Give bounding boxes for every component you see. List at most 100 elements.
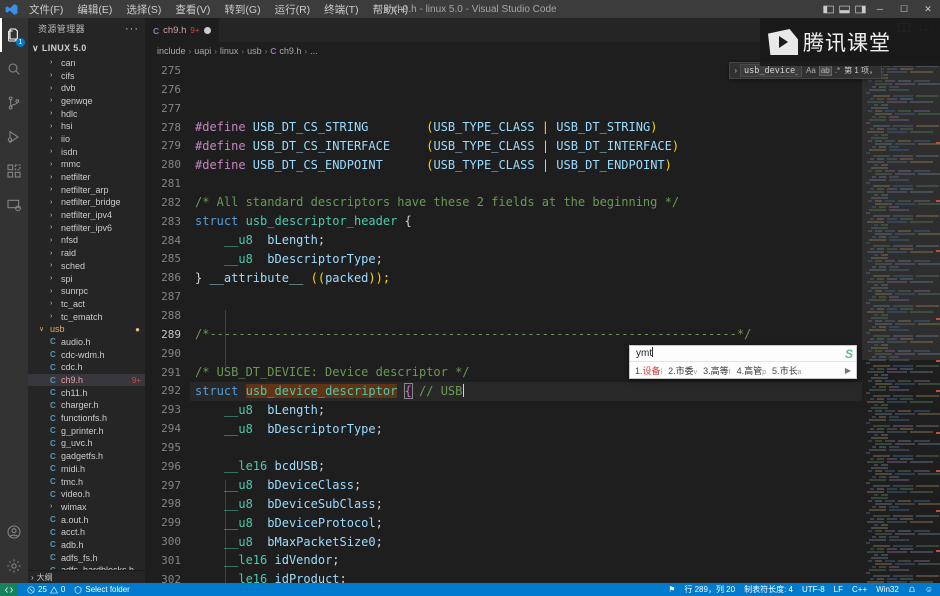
notifications-icon[interactable] [908, 586, 916, 594]
layout-panel-bottom-icon[interactable] [836, 0, 852, 18]
code-line[interactable]: __le16 bcdUSB; [190, 457, 862, 476]
breadcrumb-segment[interactable]: uapi [194, 46, 211, 56]
breadcrumb-segment[interactable]: ... [310, 46, 318, 56]
tree-item-video-h[interactable]: Cvideo.h [28, 488, 145, 501]
window-maximize-button[interactable]: ☐ [892, 0, 916, 18]
tree-item-midi-h[interactable]: Cmidi.h [28, 463, 145, 476]
ime-candidate[interactable]: 4.高管p [737, 364, 766, 377]
eol-setting[interactable]: LF [834, 585, 843, 594]
tree-item-cifs[interactable]: › cifs [28, 69, 145, 82]
tree-item-spi[interactable]: › spi [28, 272, 145, 285]
run-debug-icon[interactable] [0, 120, 28, 154]
code-line[interactable]: __le16 idVendor; [190, 551, 862, 570]
split-editor-icon[interactable] [898, 21, 910, 39]
tree-item-netfilter[interactable]: › netfilter [28, 171, 145, 184]
find-input[interactable] [740, 64, 803, 77]
find-match-case-option[interactable]: Aa [805, 66, 817, 75]
tree-item-netfilter-ipv6[interactable]: › netfilter_ipv6 [28, 221, 145, 234]
tree-item-wimax[interactable]: › wimax [28, 501, 145, 514]
ime-candidate[interactable]: 1.设备l [635, 364, 662, 377]
tree-item-dvb[interactable]: › dvb [28, 82, 145, 95]
minimap[interactable] [862, 60, 940, 583]
code-line[interactable]: struct usb_device_descriptor { // USB [190, 381, 862, 401]
ime-candidate-popup[interactable]: ymt 1.设备l 2.市委v 3.高等I 4.高管p 5.市长a ▶ S [629, 345, 857, 379]
tree-item-iio[interactable]: › iio [28, 133, 145, 146]
tree-item-adfs-hardblocks-h[interactable]: Cadfs_hardblocks.h [28, 564, 145, 570]
extensions-icon[interactable] [0, 154, 28, 188]
tree-item-sched[interactable]: › sched [28, 260, 145, 273]
menu-go[interactable]: 转到(G) [217, 0, 267, 19]
accounts-icon[interactable] [0, 515, 28, 549]
layout-panel-left-icon[interactable] [820, 0, 836, 18]
find-regex-option[interactable]: .* [834, 66, 841, 75]
language-mode[interactable]: C++ [852, 585, 867, 594]
code-line[interactable]: __u8 bDeviceClass; [190, 476, 862, 495]
source-control-icon[interactable] [0, 86, 28, 120]
tree-item-sunrpc[interactable]: › sunrpc [28, 285, 145, 298]
bell-icon[interactable]: ⚑ [668, 585, 675, 594]
tree-item-cdc-wdm-h[interactable]: Ccdc-wdm.h [28, 348, 145, 361]
tree-item-functionfs-h[interactable]: Cfunctionfs.h [28, 412, 145, 425]
code-line[interactable] [190, 306, 862, 325]
tree-item-nfsd[interactable]: › nfsd [28, 234, 145, 247]
find-toggle-replace-icon[interactable]: › [734, 66, 737, 75]
layout-panel-right-icon[interactable] [852, 0, 868, 18]
explorer-icon[interactable]: 1 [0, 18, 28, 52]
remote-explorer-icon[interactable] [0, 188, 28, 222]
tree-item-genwqe[interactable]: › genwqe [28, 95, 145, 108]
tree-item-charger-h[interactable]: Ccharger.h [28, 399, 145, 412]
tree-item-acct-h[interactable]: Cacct.h [28, 526, 145, 539]
code-line[interactable]: __u8 bDeviceProtocol; [190, 514, 862, 533]
menu-file[interactable]: 文件(F) [22, 0, 70, 19]
breadcrumb-segment[interactable]: linux [220, 46, 239, 56]
editor-more-actions-icon[interactable]: ··· [918, 21, 934, 39]
tree-item-adfs-fs-h[interactable]: Cadfs_fs.h [28, 551, 145, 564]
tree-item-audio-h[interactable]: Caudio.h [28, 336, 145, 349]
tree-item-adb-h[interactable]: Cadb.h [28, 539, 145, 552]
tree-item-tc-ematch[interactable]: › tc_ematch [28, 310, 145, 323]
tree-item-netfilter-arp[interactable]: › netfilter_arp [28, 183, 145, 196]
tree-item-tmc-h[interactable]: Ctmc.h [28, 475, 145, 488]
ime-candidate-list[interactable]: 1.设备l 2.市委v 3.高等I 4.高管p 5.市长a ▶ [630, 362, 856, 378]
tree-item-netfilter-ipv4[interactable]: › netfilter_ipv4 [28, 209, 145, 222]
menu-edit[interactable]: 编辑(E) [70, 0, 119, 19]
window-close-button[interactable]: ✕ [916, 0, 940, 18]
code-line[interactable]: __u8 bDescriptorType; [190, 420, 862, 439]
platform-target[interactable]: Win32 [876, 585, 899, 594]
code-line[interactable] [190, 288, 862, 307]
breadcrumb-segment[interactable]: include [157, 46, 186, 56]
search-icon[interactable] [0, 52, 28, 86]
menu-bar[interactable]: 文件(F) 编辑(E) 选择(S) 查看(V) 转到(G) 运行(R) 终端(T… [22, 0, 415, 19]
code-content[interactable]: #define USB_DT_CS_STRING (USB_TYPE_CLASS… [190, 60, 862, 583]
menu-run[interactable]: 运行(R) [268, 0, 318, 19]
window-minimize-button[interactable]: ─ [868, 0, 892, 18]
code-line[interactable] [190, 175, 862, 194]
tree-item-gadgetfs-h[interactable]: Cgadgetfs.h [28, 450, 145, 463]
encoding[interactable]: UTF-8 [802, 585, 825, 594]
code-line[interactable]: __u8 bLength; [190, 231, 862, 250]
settings-gear-icon[interactable] [0, 549, 28, 583]
tree-item-g-printer-h[interactable]: Cg_printer.h [28, 424, 145, 437]
tree-item-cdc-h[interactable]: Ccdc.h [28, 361, 145, 374]
ime-candidate[interactable]: 5.市长a [772, 364, 801, 377]
code-line[interactable]: /*--------------------------------------… [190, 325, 862, 344]
code-line[interactable]: /* All standard descriptors have these 2… [190, 193, 862, 212]
code-line[interactable]: __u8 bLength; [190, 401, 862, 420]
breadcrumb-segment[interactable]: ch9.h [279, 46, 301, 56]
tree-item-a-out-h[interactable]: Ca.out.h [28, 513, 145, 526]
file-tree[interactable]: › can › cifs › dvb › genwqe › hdlc › hsi › iio › isdn › m… [28, 57, 145, 570]
tab-dirty-indicator[interactable] [203, 27, 211, 34]
tree-item-ch9-h[interactable]: Cch9.h 9+ [28, 373, 145, 387]
code-line[interactable]: struct usb_descriptor_header { [190, 212, 862, 231]
find-whole-word-option[interactable]: ab [818, 65, 832, 76]
code-line[interactable]: __u8 bMaxPacketSize0; [190, 533, 862, 552]
tab-ch9-h[interactable]: C ch9.h 9+ [145, 18, 220, 42]
task-status[interactable]: Select folder [74, 585, 130, 594]
tree-item-hsi[interactable]: › hsi [28, 120, 145, 133]
menu-view[interactable]: 查看(V) [168, 0, 217, 19]
ime-next-page-arrow[interactable]: ▶ [845, 366, 856, 375]
code-editor[interactable]: 275 276 277 278 279 280 281 282 283 284 285 286 287 2… [145, 60, 940, 583]
menu-help[interactable]: 帮助(H) [366, 0, 416, 19]
menu-terminal[interactable]: 终端(T) [317, 0, 365, 19]
code-line[interactable]: #define USB_DT_CS_STRING (USB_TYPE_CLASS… [190, 118, 862, 137]
